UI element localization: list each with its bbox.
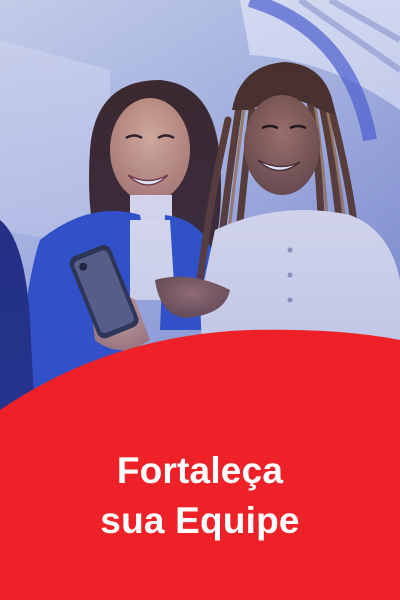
promo-banner[interactable]: Fortaleça sua Equipe [0, 0, 400, 600]
banner-headline: Fortaleça sua Equipe [0, 446, 400, 546]
headline-line-2: sua Equipe [100, 500, 300, 541]
headline-line-1: Fortaleça [116, 450, 284, 491]
